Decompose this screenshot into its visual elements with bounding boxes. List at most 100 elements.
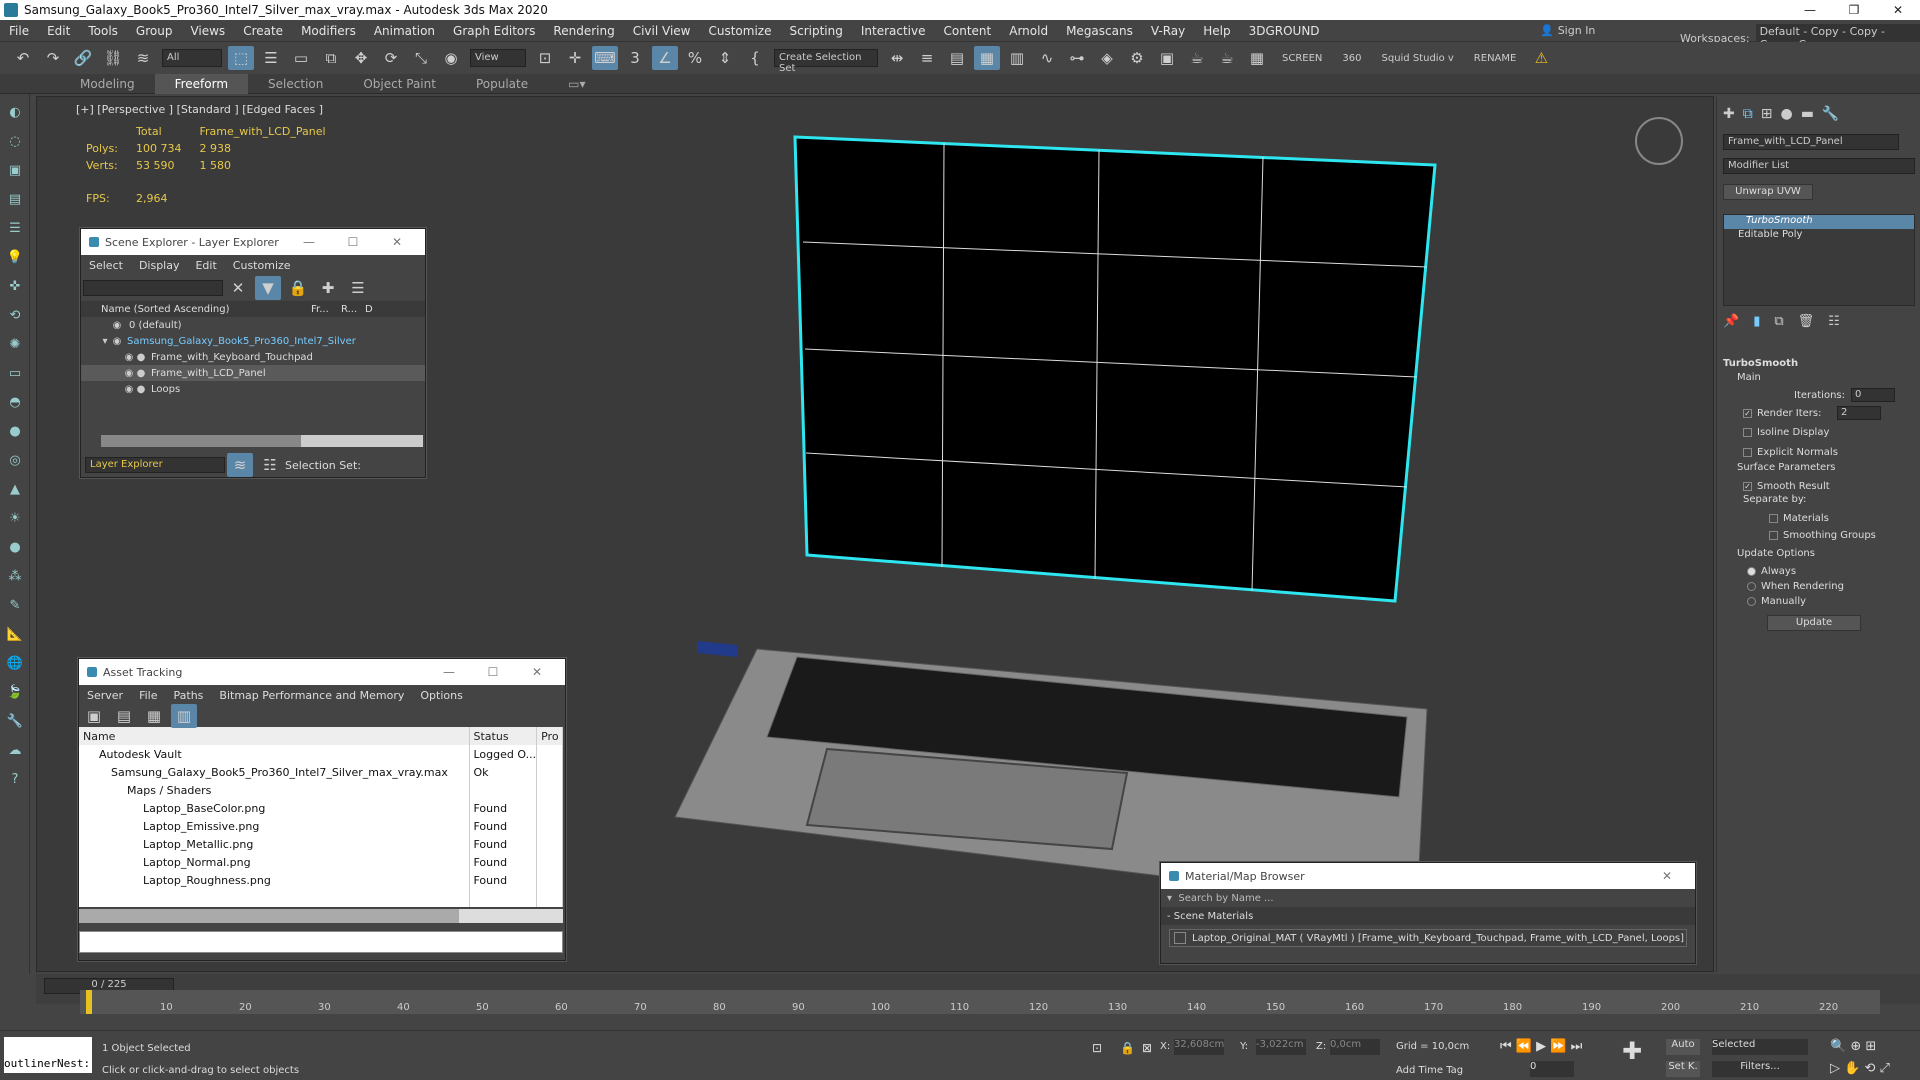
help-icon[interactable]: ? bbox=[4, 768, 26, 790]
asset-menu-paths[interactable]: Paths bbox=[166, 689, 212, 702]
table-row[interactable]: Laptop_BaseColor.png Found bbox=[79, 799, 563, 817]
link-icon[interactable]: 🔗 bbox=[70, 46, 96, 70]
ribbon-toggle-icon[interactable]: ▥ bbox=[1004, 46, 1030, 70]
menu-scripting[interactable]: Scripting bbox=[780, 24, 851, 38]
turbosmooth-title[interactable]: TurboSmooth bbox=[1723, 358, 1915, 372]
tab-modeling[interactable]: Modeling bbox=[60, 77, 155, 91]
menu-customize[interactable]: Customize bbox=[699, 24, 780, 38]
manipulate-icon[interactable]: ✛ bbox=[562, 46, 588, 70]
unwrap-uvw-button[interactable]: Unwrap UVW bbox=[1723, 184, 1813, 200]
z-coordinate[interactable]: 0,0cm bbox=[1330, 1039, 1380, 1055]
col-asset-pro[interactable]: Pro bbox=[536, 727, 563, 745]
remove-modifier-icon[interactable]: 🗑 bbox=[1798, 314, 1815, 329]
tree-icon[interactable]: ▦ bbox=[141, 704, 167, 728]
tab-selection[interactable]: Selection bbox=[248, 77, 343, 91]
col-asset-name[interactable]: Name bbox=[79, 727, 470, 745]
eye-icon[interactable]: ◉ bbox=[123, 384, 135, 395]
layers-icon[interactable]: ☰ bbox=[345, 276, 371, 300]
asset-menu-options[interactable]: Options bbox=[412, 689, 470, 702]
next-frame-icon[interactable]: ⏩ bbox=[1550, 1039, 1566, 1054]
render-frame-icon[interactable]: ▣ bbox=[1154, 46, 1180, 70]
key-filters-button[interactable]: Filters... bbox=[1712, 1061, 1808, 1077]
auto-key-button[interactable]: Auto bbox=[1666, 1039, 1700, 1055]
scene-menu-customize[interactable]: Customize bbox=[225, 259, 299, 272]
sign-in[interactable]: 👤 Sign In bbox=[1540, 24, 1595, 37]
window-crossing-icon[interactable]: ⧉ bbox=[318, 46, 344, 70]
scene-menu-display[interactable]: Display bbox=[131, 259, 188, 272]
table-icon[interactable]: ▤ bbox=[111, 704, 137, 728]
pin-stack-icon[interactable]: 📌 bbox=[1723, 314, 1739, 329]
menu-animation[interactable]: Animation bbox=[365, 24, 444, 38]
add-time-tag[interactable]: Add Time Tag bbox=[1396, 1065, 1463, 1076]
scene-minimize-button[interactable]: — bbox=[287, 229, 331, 255]
update-button[interactable]: Update bbox=[1767, 615, 1861, 631]
utilities-tab-icon[interactable]: 🔧 bbox=[1822, 106, 1839, 122]
new-layer-icon[interactable]: ✚ bbox=[315, 276, 341, 300]
materials-checkbox[interactable] bbox=[1769, 513, 1778, 523]
screen-button[interactable]: SCREEN bbox=[1282, 53, 1322, 64]
sphere-icon[interactable]: ● bbox=[4, 420, 26, 442]
layer-row[interactable]: ◉ 0 (default) bbox=[81, 317, 425, 333]
scatter-icon[interactable]: ⁂ bbox=[4, 565, 26, 587]
stack-item-turbosmooth[interactable]: TurboSmooth bbox=[1724, 215, 1914, 229]
menu-tools[interactable]: Tools bbox=[79, 24, 127, 38]
list-icon[interactable]: ☰ bbox=[4, 217, 26, 239]
grid-obj-icon[interactable]: ▤ bbox=[4, 188, 26, 210]
table-row[interactable]: Autodesk Vault Logged O... bbox=[79, 745, 563, 763]
when-rendering-radio[interactable] bbox=[1747, 582, 1756, 591]
render-iterative-icon[interactable]: ☕ bbox=[1214, 46, 1240, 70]
object-row[interactable]: ◉ ● Frame_with_Keyboard_Touchpad bbox=[81, 349, 425, 365]
render-iters-checkbox[interactable]: ✓ bbox=[1743, 408, 1752, 418]
smoothing-groups-checkbox[interactable] bbox=[1769, 530, 1778, 540]
helper-icon[interactable]: ✜ bbox=[4, 275, 26, 297]
rect-selection-icon[interactable]: ▭ bbox=[288, 46, 314, 70]
particle-icon[interactable]: ✺ bbox=[4, 333, 26, 355]
close-button[interactable]: ✕ bbox=[1876, 0, 1920, 20]
col-name-header[interactable]: Name (Sorted Ascending) bbox=[101, 304, 311, 315]
asset-menu-bitmap[interactable]: Bitmap Performance and Memory bbox=[211, 689, 412, 702]
col-render-header[interactable]: R... bbox=[341, 304, 365, 315]
scene-hscrollbar[interactable] bbox=[101, 435, 423, 447]
tab-freeform[interactable]: Freeform bbox=[154, 73, 249, 94]
object-row[interactable]: ◉ ● Frame_with_LCD_Panel bbox=[81, 365, 425, 381]
x-coordinate[interactable]: 32,608cm bbox=[1174, 1039, 1224, 1055]
undo-icon[interactable]: ↶ bbox=[10, 46, 36, 70]
set-key-button[interactable]: Set K. bbox=[1666, 1061, 1700, 1077]
smooth-result-checkbox[interactable]: ✓ bbox=[1743, 481, 1752, 491]
show-end-result-icon[interactable]: ▮ bbox=[1753, 314, 1760, 329]
percent-snap-icon[interactable]: % bbox=[682, 46, 708, 70]
go-to-end-icon[interactable]: ⏭ bbox=[1571, 1039, 1583, 1054]
keyboard-shortcut-icon[interactable]: ⌨ bbox=[592, 46, 618, 70]
360-button[interactable]: 360 bbox=[1342, 53, 1361, 64]
menu-help[interactable]: Help bbox=[1194, 24, 1239, 38]
configure-sets-icon[interactable]: ☷ bbox=[1828, 314, 1840, 329]
reference-coord-dropdown[interactable]: View bbox=[470, 49, 526, 67]
track-bar[interactable]: 10 20 30 40 50 60 70 80 90 100 110 120 130 140 150 160 1… bbox=[80, 990, 1880, 1014]
vault-icon[interactable]: ▣ bbox=[81, 704, 107, 728]
redo-icon[interactable]: ↷ bbox=[40, 46, 66, 70]
modifier-list-dropdown[interactable]: Modifier List bbox=[1723, 158, 1915, 174]
squid-studio-button[interactable]: Squid Studio v bbox=[1382, 53, 1454, 64]
col-frozen-header[interactable]: Fr... bbox=[311, 304, 341, 315]
motion-tab-icon[interactable]: ● bbox=[1780, 106, 1792, 122]
list-view-icon[interactable]: ▥ bbox=[171, 704, 197, 728]
modify-tab-icon[interactable]: ⧉ bbox=[1743, 106, 1753, 122]
sun-icon[interactable]: ☀ bbox=[4, 507, 26, 529]
light-icon[interactable]: 💡 bbox=[4, 246, 26, 268]
scene-menu-edit[interactable]: Edit bbox=[187, 259, 224, 272]
key-filter-dropdown[interactable]: Selected bbox=[1712, 1039, 1808, 1055]
manually-radio[interactable] bbox=[1747, 597, 1756, 606]
asset-minimize-button[interactable]: — bbox=[427, 659, 471, 685]
explicit-normals-checkbox[interactable] bbox=[1743, 447, 1752, 457]
create-icon[interactable]: ◐ bbox=[4, 101, 26, 123]
isolate-icon[interactable]: ⊡ bbox=[1092, 1041, 1102, 1055]
material-item[interactable]: Laptop_Original_MAT ( VRayMtl ) [Frame_w… bbox=[1169, 929, 1687, 947]
tab-populate[interactable]: Populate bbox=[456, 77, 548, 91]
isoline-checkbox[interactable] bbox=[1743, 427, 1752, 437]
asset-menu-server[interactable]: Server bbox=[79, 689, 131, 702]
selection-set-dropdown[interactable]: Create Selection Set bbox=[774, 49, 878, 74]
eye-icon[interactable]: ◉ bbox=[111, 336, 123, 347]
menu-modifiers[interactable]: Modifiers bbox=[292, 24, 365, 38]
render-iters-spinner[interactable]: 2 bbox=[1837, 406, 1881, 420]
render-icon[interactable]: ☕ bbox=[1184, 46, 1210, 70]
